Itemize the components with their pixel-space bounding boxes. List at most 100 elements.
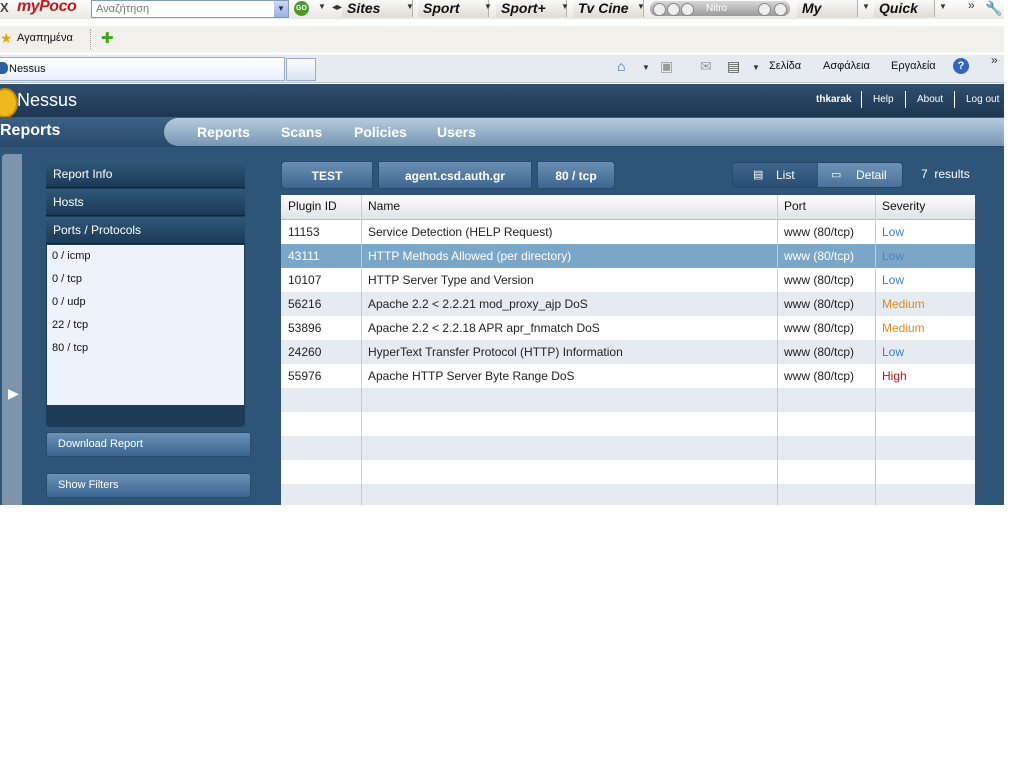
table-row[interactable]: 56216 Apache 2.2 < 2.2.21 mod_proxy_ajp D… xyxy=(281,292,975,316)
sport-plus-button[interactable]: Sport+ xyxy=(496,0,567,17)
port-item-tcp-0[interactable]: 0 / tcp xyxy=(52,273,82,285)
volume-icon[interactable] xyxy=(758,3,771,16)
breadcrumb-scan[interactable]: TEST xyxy=(281,161,373,189)
nav-users[interactable]: Users xyxy=(437,124,476,140)
table-row[interactable]: 11153 Service Detection (HELP Request) www… xyxy=(281,220,975,244)
chevron-down-icon[interactable]: ▼ xyxy=(752,63,760,72)
header-divider xyxy=(905,91,906,108)
new-tab-button[interactable] xyxy=(286,58,316,81)
column-name[interactable]: Name xyxy=(368,199,400,213)
tab-report-info[interactable]: Report Info xyxy=(46,161,245,188)
tab-hosts[interactable]: Hosts xyxy=(46,189,245,216)
severity-cell: Medium xyxy=(882,321,925,335)
my-button[interactable]: My xyxy=(797,0,858,17)
port-cell: www (80/tcp) xyxy=(784,273,855,287)
print-icon[interactable]: ▤ xyxy=(727,58,740,75)
column-plugin-id[interactable]: Plugin ID xyxy=(288,199,337,213)
table-row[interactable]: 10107 HTTP Server Type and Version www (80… xyxy=(281,268,975,292)
vulnerability-table: Plugin ID Name Port Severity 11153 Servic… xyxy=(281,195,975,505)
chevron-down-icon[interactable]: ▼ xyxy=(406,2,414,11)
table-row[interactable]: 43111 HTTP Methods Allowed (per directory… xyxy=(281,244,975,268)
port-item-udp-0[interactable]: 0 / udp xyxy=(52,296,86,308)
column-port[interactable]: Port xyxy=(784,199,806,213)
about-link[interactable]: About xyxy=(917,94,943,105)
rss-feed-icon[interactable]: ▣ xyxy=(660,58,673,75)
expand-arrow-icon[interactable]: ▶ xyxy=(8,385,19,402)
wrench-icon[interactable]: 🔧 xyxy=(985,0,1002,17)
close-toolbar-icon[interactable]: X xyxy=(0,0,9,15)
security-menu[interactable]: Ασφάλεια xyxy=(823,60,870,72)
mypoco-logo[interactable]: myPoco xyxy=(17,0,77,16)
table-row[interactable]: 53896 Apache 2.2 < 2.2.18 APR apr_fnmatch… xyxy=(281,316,975,340)
overflow-chevron-icon[interactable]: » xyxy=(991,53,998,67)
nav-reports[interactable]: Reports xyxy=(197,124,250,140)
detail-view-button[interactable]: ▭ Detail xyxy=(818,163,902,187)
results-count: 7 results xyxy=(921,167,970,181)
toolbar-search-box[interactable]: ▼ xyxy=(91,0,289,18)
mail-icon[interactable]: ✉ xyxy=(700,58,712,75)
toolbar-search-input[interactable] xyxy=(92,2,272,16)
chevron-down-icon[interactable]: ▼ xyxy=(484,2,492,11)
tab-ports-protocols[interactable]: Ports / Protocols xyxy=(46,217,245,244)
help-link[interactable]: Help xyxy=(873,94,894,105)
home-icon[interactable]: ⌂ xyxy=(617,58,625,74)
column-severity[interactable]: Severity xyxy=(882,199,925,213)
results-label: results xyxy=(934,167,970,181)
chevron-down-icon[interactable]: ▼ xyxy=(561,2,569,11)
sites-button[interactable]: Sites xyxy=(342,0,413,17)
ports-list: 0 / icmp 0 / tcp 0 / udp 22 / tcp 80 / t… xyxy=(47,245,244,405)
go-button[interactable]: GO xyxy=(294,1,309,16)
severity-cell: Low xyxy=(882,273,905,287)
list-label: List xyxy=(776,168,795,182)
resize-handle-icon[interactable]: ◂▸ xyxy=(332,2,342,13)
chevron-down-icon[interactable]: ▼ xyxy=(939,2,947,11)
header-divider xyxy=(861,91,862,108)
plugin-id-cell: 53896 xyxy=(288,321,322,335)
chevron-down-icon[interactable]: ▼ xyxy=(862,2,870,11)
chevron-down-icon[interactable]: ▼ xyxy=(637,2,645,11)
show-filters-button[interactable]: Show Filters xyxy=(46,473,251,498)
nav-policies[interactable]: Policies xyxy=(354,124,407,140)
equalizer-icon[interactable] xyxy=(774,3,787,16)
sport-button[interactable]: Sport xyxy=(418,0,489,17)
help-icon[interactable]: ? xyxy=(953,58,969,74)
list-view-button[interactable]: ▤ List xyxy=(733,163,817,187)
star-icon[interactable]: ★ xyxy=(0,30,13,47)
stop-icon[interactable] xyxy=(653,3,666,16)
quick-button[interactable]: Quick xyxy=(874,0,935,17)
severity-cell: Medium xyxy=(882,297,925,311)
tab-nessus[interactable]: Nessus xyxy=(0,57,285,81)
app-header: Nessus thkarak Help About Log out xyxy=(0,84,1004,118)
table-row[interactable]: 24260 HyperText Transfer Protocol (HTTP) … xyxy=(281,340,975,364)
username: thkarak xyxy=(816,94,852,105)
chevron-down-icon[interactable]: ▼ xyxy=(318,2,326,11)
nav-scans[interactable]: Scans xyxy=(281,124,322,140)
empty-row xyxy=(281,484,975,505)
detail-label: Detail xyxy=(856,168,887,182)
port-item-tcp-22[interactable]: 22 / tcp xyxy=(52,319,88,331)
logout-link[interactable]: Log out xyxy=(966,94,999,105)
page-menu[interactable]: Σελίδα xyxy=(769,60,801,72)
favorites-button[interactable]: Αγαπημένα xyxy=(17,32,73,44)
play-icon[interactable] xyxy=(667,3,680,16)
table-row[interactable]: 55976 Apache HTTP Server Byte Range DoS ww… xyxy=(281,364,975,388)
add-favorite-icon[interactable]: ✚ xyxy=(101,29,114,47)
download-report-button[interactable]: Download Report xyxy=(46,432,251,457)
collapse-rail[interactable]: ▶ xyxy=(2,154,22,505)
tv-cine-button[interactable]: Tv Cine xyxy=(573,0,644,17)
toolbar-divider xyxy=(90,29,93,49)
severity-cell: Low xyxy=(882,249,905,263)
page-title: Reports xyxy=(0,122,61,139)
report-sidebar: Report Info Hosts Ports / Protocols 0 / … xyxy=(46,161,245,427)
breadcrumb-host[interactable]: agent.csd.auth.gr xyxy=(378,161,532,189)
breadcrumb-port[interactable]: 80 / tcp xyxy=(537,161,615,189)
empty-row xyxy=(281,388,975,412)
tools-menu[interactable]: Εργαλεία xyxy=(891,60,936,72)
port-item-icmp-0[interactable]: 0 / icmp xyxy=(52,250,91,262)
port-item-tcp-80[interactable]: 80 / tcp xyxy=(52,342,88,354)
overflow-chevron-icon[interactable]: » xyxy=(968,0,975,12)
chevron-down-icon[interactable]: ▼ xyxy=(642,63,650,72)
nitro-player[interactable]: Nitro xyxy=(650,1,790,16)
chevron-down-icon[interactable]: ▼ xyxy=(274,1,288,17)
next-icon[interactable] xyxy=(681,3,694,16)
